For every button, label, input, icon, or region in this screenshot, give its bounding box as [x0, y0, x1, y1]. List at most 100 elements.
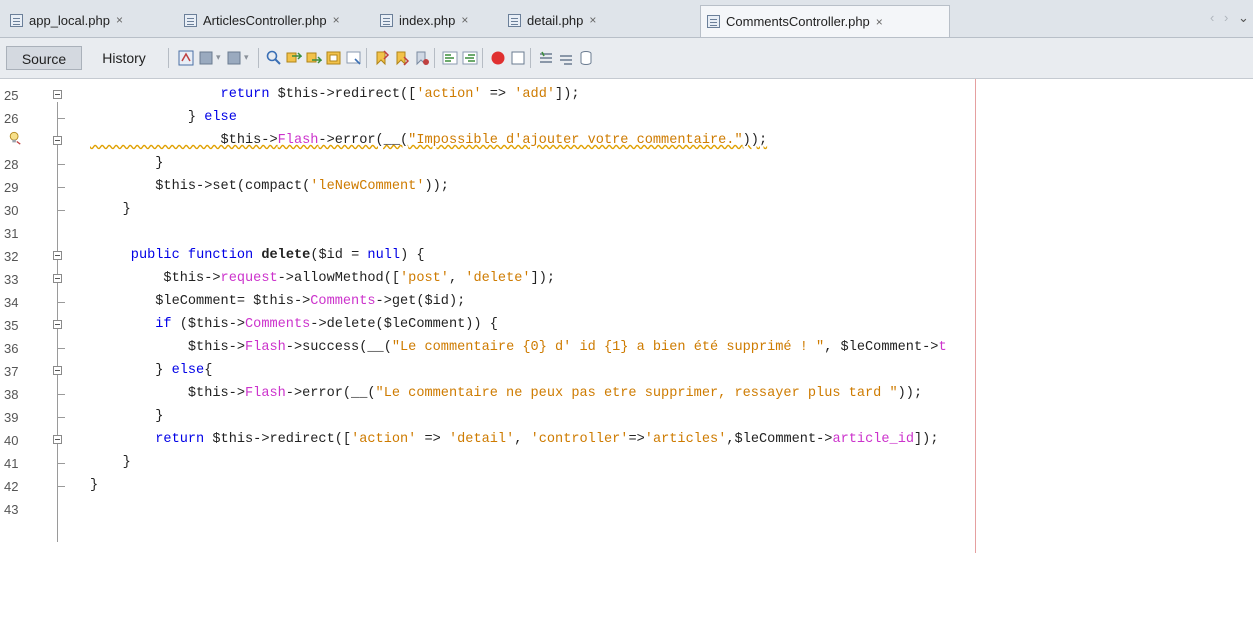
php-file-icon: [184, 13, 197, 27]
code-text: }: [90, 156, 164, 171]
close-icon[interactable]: ×: [876, 15, 883, 29]
code-line[interactable]: 35 if ($this->Comments->delete($leCommen…: [0, 314, 1253, 337]
php-file-icon: [508, 13, 521, 27]
find-selection-icon[interactable]: [326, 50, 342, 66]
chevron-right-icon[interactable]: ›: [1224, 10, 1228, 25]
fold-guide-tick: [57, 486, 65, 487]
shift-right-icon[interactable]: [462, 50, 478, 66]
code-line[interactable]: 27 $this->Flash->error(__("Impossible d'…: [0, 130, 1253, 153]
close-icon[interactable]: ×: [333, 13, 340, 27]
code-text: return $this->redirect(['action' => 'add…: [220, 87, 580, 102]
code-text: $this->Flash->success(__("Le commentaire…: [90, 340, 947, 355]
code-editor[interactable]: 25 return $this->redirect(['action' => '…: [0, 79, 1253, 628]
last-edit-icon[interactable]: [178, 50, 194, 66]
find-icon[interactable]: [266, 50, 282, 66]
fold-guide-tick: [57, 463, 65, 464]
fold-guide-tick: [57, 394, 65, 395]
forward-icon[interactable]: [226, 50, 242, 66]
line-number: 30: [4, 203, 19, 218]
code-text: $this->Flash->error(__("Le commentaire n…: [90, 386, 923, 401]
tab-label: app_local.php: [29, 12, 110, 28]
toolbar-separator: [366, 48, 367, 68]
fold-guide-tick: [57, 210, 65, 211]
toggle-bookmark-icon[interactable]: [414, 50, 430, 66]
code-line[interactable]: 42}: [0, 475, 1253, 498]
hint-lightbulb-icon[interactable]: [8, 131, 22, 145]
tab-app-local[interactable]: app_local.php ×: [4, 5, 174, 35]
toolbar-separator: [434, 48, 435, 68]
start-macro-icon[interactable]: [490, 50, 506, 66]
close-icon[interactable]: ×: [116, 13, 123, 27]
code-line[interactable]: 31: [0, 222, 1253, 245]
line-number: 39: [4, 410, 19, 425]
code-line[interactable]: 25 return $this->redirect(['action' => '…: [0, 84, 1253, 107]
find-previous-icon[interactable]: [286, 50, 302, 66]
chevron-left-icon[interactable]: ‹: [1210, 10, 1214, 25]
find-next-icon[interactable]: [306, 50, 322, 66]
code-line[interactable]: 26 } else: [0, 107, 1253, 130]
chevron-down-icon[interactable]: ⌄: [1238, 10, 1249, 26]
editor-tab-bar: app_local.php × ArticlesController.php ×…: [0, 0, 1253, 38]
line-number: 38: [4, 387, 19, 402]
code-line[interactable]: 28 }: [0, 153, 1253, 176]
close-icon[interactable]: ×: [461, 13, 468, 27]
collapse-fold-icon[interactable]: [53, 320, 62, 329]
toggle-highlight-icon[interactable]: [346, 50, 362, 66]
collapse-fold-icon[interactable]: [53, 366, 62, 375]
code-text: } else{: [90, 363, 213, 378]
line-number: 43: [4, 502, 19, 517]
line-number: 41: [4, 456, 19, 471]
line-number: 33: [4, 272, 19, 287]
previous-bookmark-icon[interactable]: [374, 50, 390, 66]
code-line[interactable]: 38 $this->Flash->error(__("Le commentair…: [0, 383, 1253, 406]
tab-detail[interactable]: detail.php ×: [502, 5, 698, 35]
code-line[interactable]: 41 }: [0, 452, 1253, 475]
line-number: 29: [4, 180, 19, 195]
code-line[interactable]: 43: [0, 498, 1253, 521]
code-text: public function delete($id = null) {: [130, 248, 425, 263]
fold-guide-tick: [57, 187, 65, 188]
code-text: }: [90, 409, 164, 424]
close-icon[interactable]: ×: [589, 13, 596, 27]
line-number: 31: [4, 226, 19, 241]
line-number: 32: [4, 249, 19, 264]
tab-label: detail.php: [527, 12, 584, 28]
tab-label: CommentsController.php: [726, 14, 870, 29]
code-line[interactable]: 30 }: [0, 199, 1253, 222]
php-file-icon: [10, 13, 23, 27]
toolbar-separator: [482, 48, 483, 68]
tab-index[interactable]: index.php ×: [374, 5, 502, 35]
code-line[interactable]: 39 }: [0, 406, 1253, 429]
comment-icon[interactable]: [538, 50, 554, 66]
line-number: 35: [4, 318, 19, 333]
code-line[interactable]: 29 $this->set(compact('leNewComment'));: [0, 176, 1253, 199]
code-text: $this->Flash->error(__("Impossible d'ajo…: [90, 133, 768, 148]
shift-left-icon[interactable]: [442, 50, 458, 66]
code-text: $leComment= $this->Comments->get($id);: [90, 294, 466, 309]
tab-comments-controller[interactable]: CommentsController.php ×: [700, 5, 950, 37]
fold-guide-tick: [57, 348, 65, 349]
code-line[interactable]: 37 } else{: [0, 360, 1253, 383]
tab-label: index.php: [399, 12, 456, 28]
code-text: } else: [90, 110, 237, 125]
code-line[interactable]: 36 $this->Flash->success(__("Le commenta…: [0, 337, 1253, 360]
editor-toolbar: Source History ▾ ▾: [0, 38, 1253, 79]
collapse-fold-icon[interactable]: [53, 274, 62, 283]
uncomment-icon[interactable]: [558, 50, 574, 66]
code-line[interactable]: 40 return $this->redirect(['action' => '…: [0, 429, 1253, 452]
collapse-fold-icon[interactable]: [53, 90, 62, 99]
code-line[interactable]: 34 $leComment= $this->Comments->get($id)…: [0, 291, 1253, 314]
back-icon[interactable]: [198, 50, 214, 66]
code-line[interactable]: 32 public function delete($id = null) {: [0, 245, 1253, 268]
collapse-fold-icon[interactable]: [53, 136, 62, 145]
collapse-fold-icon[interactable]: [53, 435, 62, 444]
next-bookmark-icon[interactable]: [394, 50, 410, 66]
code-line[interactable]: 33 $this->request->allowMethod(['post', …: [0, 268, 1253, 291]
tab-articles-controller[interactable]: ArticlesController.php ×: [178, 5, 370, 35]
code-text: if ($this->Comments->delete($leComment))…: [155, 317, 498, 332]
database-icon[interactable]: [578, 50, 594, 66]
stop-macro-icon[interactable]: [510, 50, 526, 66]
history-view-button[interactable]: History: [92, 46, 156, 70]
collapse-fold-icon[interactable]: [53, 251, 62, 260]
source-view-button[interactable]: Source: [6, 46, 82, 70]
